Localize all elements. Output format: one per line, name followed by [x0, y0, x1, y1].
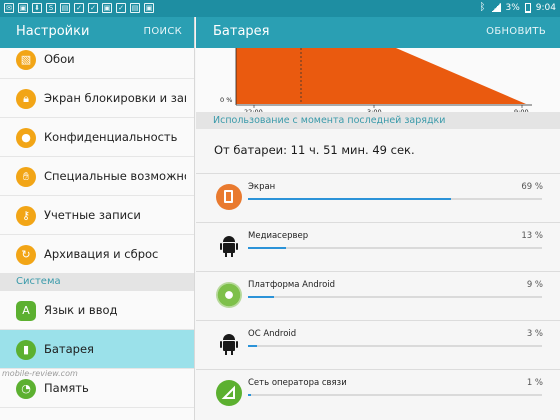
usage-name: Экран [248, 182, 276, 192]
status-right: ᛒ 3% 9:04 [480, 2, 557, 13]
battery-icon [524, 2, 531, 13]
battery-percent: 3% [505, 2, 520, 13]
usage-percent: 69 % [521, 182, 543, 192]
usage-bar [248, 394, 542, 396]
menu-item-language[interactable]: A Язык и ввод [0, 291, 194, 330]
privacy-icon: ● [16, 128, 36, 148]
usage-bar-fill [248, 345, 257, 347]
section-title: Система [16, 276, 61, 287]
menu-item-label: Язык и ввод [44, 303, 118, 317]
menu-item-label: Память [44, 381, 89, 395]
usage-section-title: Использование с момента последней зарядк… [213, 115, 446, 126]
usage-percent: 1 % [526, 378, 543, 388]
gallery-icon: ▣ [18, 3, 28, 13]
usage-percent: 3 % [526, 329, 543, 339]
menu-item-accounts[interactable]: ⚷ Учетные записи [0, 196, 194, 235]
menu-item-label: Конфиденциальность [44, 130, 178, 144]
image-icon: ▣ [144, 3, 154, 13]
android-icon [220, 334, 238, 355]
usage-name: Платформа Android [248, 280, 336, 290]
hand-icon: ✋︎ [16, 167, 36, 187]
usage-bar [248, 247, 542, 249]
usage-row-android-os[interactable]: ОС Android 3 % [196, 320, 560, 369]
menu-item-accessibility[interactable]: ✋︎ Специальные возможности [0, 157, 194, 196]
check-icon: ✓ [116, 3, 126, 13]
usage-bar-fill [248, 394, 251, 396]
status-bar: ✉ ▣ ⬇ S ▤ ✓ ✓ ▣ ✓ ▤ ▣ ᛒ 3% 9:04 [0, 0, 560, 17]
battery-header: Батарея ОБНОВИТЬ [196, 17, 560, 48]
battery-detail-pane: Батарея ОБНОВИТЬ 0 % 22:00 3:00 9:00 Исп… [196, 17, 560, 420]
menu-item-backup[interactable]: ↻ Архивация и сброс [0, 235, 194, 274]
usage-row-mediaserver[interactable]: Медиасервер 13 % [196, 222, 560, 271]
search-button[interactable]: ПОИСК [144, 26, 182, 37]
bluetooth-icon: ᛒ [479, 2, 486, 13]
menu-item-wallpaper[interactable]: ▧ Обои [0, 40, 194, 79]
time-on-battery: От батареи: 11 ч. 51 мин. 49 сек. [214, 143, 415, 157]
image-icon: ▤ [60, 3, 70, 13]
settings-list-pane: Настройки ПОИСК ▧ Обои 🔒︎ Экран блокиров… [0, 17, 195, 420]
usage-bar-fill [248, 296, 275, 298]
signal-icon [216, 380, 242, 406]
battery-level-area [236, 48, 526, 104]
menu-item-label: Архивация и сброс [44, 247, 159, 261]
usage-name: Медиасервер [248, 231, 309, 241]
screen-icon [216, 184, 242, 210]
key-icon: ⚷ [16, 206, 36, 226]
update-button[interactable]: ОБНОВИТЬ [486, 26, 546, 37]
menu-item-battery[interactable]: ▮ Батарея [0, 330, 194, 369]
notification-icons: ✉ ▣ ⬇ S ▤ ✓ ✓ ▣ ✓ ▤ ▣ [4, 3, 154, 14]
image-icon: ▣ [102, 3, 112, 13]
download-icon: ⬇ [32, 3, 42, 13]
check-icon: ✓ [88, 3, 98, 13]
y-axis-zero-label: 0 % [220, 96, 233, 104]
android-platform-icon [216, 282, 242, 308]
usage-name: ОС Android [248, 329, 297, 339]
app-icon: S [46, 3, 56, 13]
mail-icon: ✉ [4, 3, 14, 13]
menu-item-label: Обои [44, 52, 75, 66]
usage-percent: 9 % [526, 280, 543, 290]
usage-bar [248, 345, 542, 347]
menu-item-label: Экран блокировки и защита [44, 91, 186, 105]
memory-icon: ◔ [16, 379, 36, 399]
battery-title: Батарея [213, 24, 270, 39]
section-header-system: Система [0, 273, 194, 291]
battery-icon: ▮ [16, 340, 36, 360]
android-icon [220, 236, 238, 257]
usage-section-header: Использование с момента последней зарядк… [196, 112, 560, 129]
image-icon: ▤ [130, 3, 140, 13]
usage-bar [248, 296, 542, 298]
usage-bar [248, 198, 542, 200]
usage-bar-fill [248, 198, 451, 200]
signal-icon [490, 3, 501, 12]
backup-icon: ↻ [16, 245, 36, 265]
usage-row-carrier-network[interactable]: Сеть оператора связи 1 % [196, 369, 560, 418]
usage-row-screen[interactable]: Экран 69 % [196, 173, 560, 222]
check-icon: ✓ [74, 3, 84, 13]
usage-row-android-platform[interactable]: Платформа Android 9 % [196, 271, 560, 320]
menu-item-lockscreen[interactable]: 🔒︎ Экран блокировки и защита [0, 79, 194, 118]
menu-item-label: Специальные возможности [44, 169, 186, 183]
usage-name: Сеть оператора связи [248, 378, 347, 388]
language-icon: A [16, 301, 36, 321]
watermark: mobile-review.com [2, 369, 78, 378]
lock-icon: 🔒︎ [16, 89, 36, 109]
menu-item-privacy[interactable]: ● Конфиденциальность [0, 118, 194, 157]
usage-bar-fill [248, 247, 287, 249]
settings-title: Настройки [16, 24, 90, 39]
wallpaper-icon: ▧ [16, 50, 36, 70]
menu-item-label: Батарея [44, 342, 94, 356]
clock: 9:04 [535, 2, 556, 13]
menu-item-label: Учетные записи [44, 208, 141, 222]
usage-percent: 13 % [521, 231, 543, 241]
battery-chart: 0 % 22:00 3:00 9:00 [196, 48, 560, 120]
